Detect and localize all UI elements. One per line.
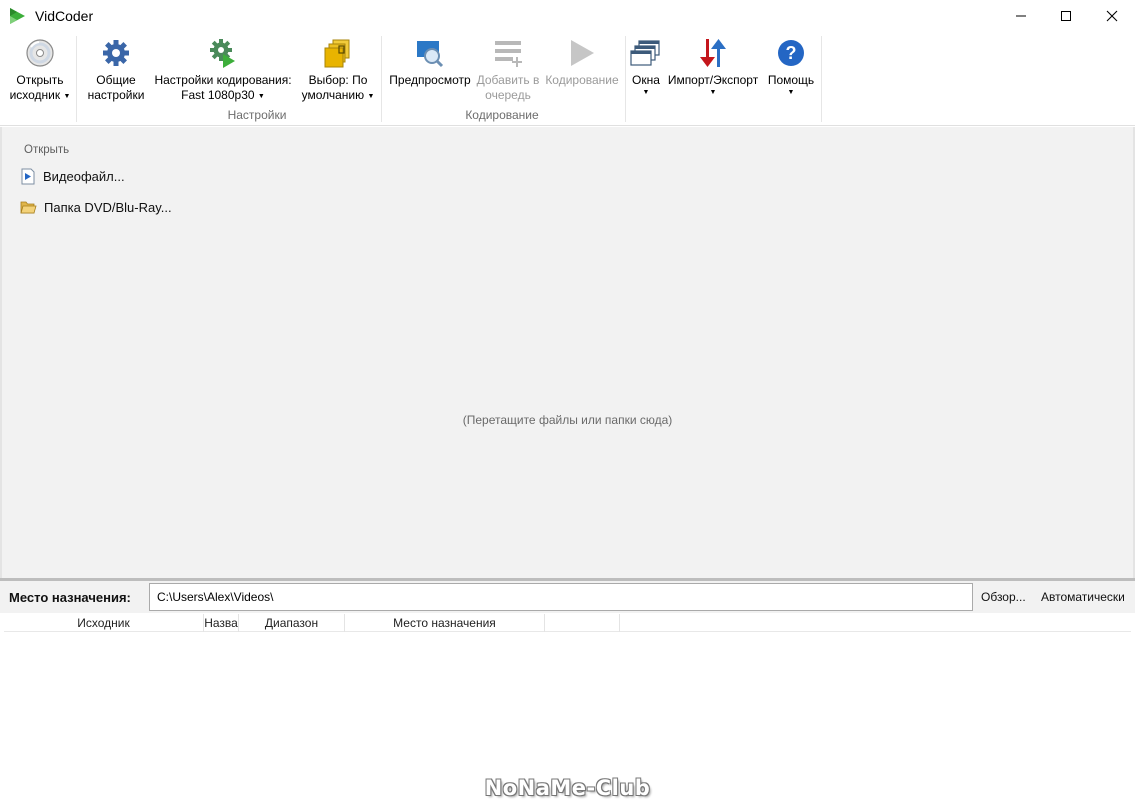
open-source-label-2: исходник: [9, 88, 61, 102]
auto-destination-button[interactable]: Автоматически: [1041, 590, 1125, 604]
general-settings-label-1: Общие: [96, 73, 136, 87]
watermark-logo: NoNaMe-Club: [484, 776, 651, 800]
minimize-button[interactable]: [998, 0, 1044, 32]
open-source-button[interactable]: Открыть исходник ▼: [8, 34, 72, 104]
close-icon: [1106, 10, 1118, 22]
destination-path-input[interactable]: [149, 583, 973, 611]
encoding-settings-button[interactable]: Настройки кодирования: Fast 1080p30 ▼: [150, 34, 296, 104]
add-to-queue-label-1: Добавить в: [476, 73, 540, 87]
import-export-button[interactable]: Импорт/Экспорт ▼: [664, 34, 762, 98]
default-picker-label-1: Выбор: По: [308, 73, 368, 87]
add-to-queue-button[interactable]: Добавить в очередь: [474, 34, 542, 103]
gear-play-icon: [210, 39, 235, 68]
chevron-down-icon: ▼: [709, 89, 717, 96]
group-label-encoding: Кодирование: [465, 108, 539, 122]
chevron-down-icon: ▼: [642, 89, 650, 96]
import-export-label: Импорт/Экспорт: [667, 73, 759, 87]
windows-button[interactable]: Окна ▼: [628, 34, 664, 98]
svg-text:?: ?: [786, 43, 797, 63]
window-title: VidCoder: [35, 8, 94, 24]
close-button[interactable]: [1089, 0, 1135, 32]
open-folder-icon: [20, 201, 37, 214]
ribbon-separator: [625, 36, 626, 122]
help-button[interactable]: ? Помощь ▼: [762, 34, 820, 98]
chevron-down-icon: ▼: [257, 93, 265, 100]
ribbon-separator: [821, 36, 822, 122]
destination-bar: Место назначения: Обзор... Автоматически: [0, 581, 1135, 613]
encoding-settings-label-1: Настройки кодирования:: [154, 73, 292, 87]
queue-col-destination[interactable]: Место назначения: [345, 614, 545, 632]
default-picker-button[interactable]: Выбор: По умолчанию ▼: [298, 34, 378, 104]
help-question-icon: ?: [778, 40, 804, 66]
maximize-icon: [1061, 11, 1071, 21]
minimize-icon: [1016, 15, 1026, 17]
general-settings-label-2: настройки: [87, 88, 145, 102]
vidcoder-play-icon: [10, 8, 25, 24]
help-label: Помощь: [767, 73, 815, 87]
general-settings-button[interactable]: Общие настройки: [84, 34, 148, 103]
browse-button[interactable]: Обзор...: [981, 590, 1026, 604]
queue-col-range[interactable]: Диапазон: [239, 614, 345, 632]
destination-label: Место назначения:: [9, 590, 131, 605]
group-label-settings: Настройки: [227, 108, 287, 122]
encoding-settings-label-2: Fast 1080p30: [181, 88, 255, 102]
queue-add-icon: [495, 41, 522, 67]
folder-stack-icon: [324, 39, 350, 68]
ribbon-separator: [76, 36, 77, 122]
disc-icon: [26, 39, 54, 67]
chevron-down-icon: ▼: [787, 89, 795, 96]
ribbon-toolbar: Открыть исходник ▼ Общие настройки Настр…: [0, 32, 1135, 126]
chevron-down-icon: ▼: [367, 93, 375, 100]
encode-button[interactable]: Кодирование: [542, 34, 622, 88]
windows-stack-icon: [630, 40, 660, 66]
open-video-file-label: Видеофайл...: [43, 169, 125, 184]
preview-magnifier-icon: [417, 41, 444, 68]
gear-icon: [103, 40, 129, 66]
maximize-button[interactable]: [1043, 0, 1089, 32]
preview-label: Предпросмотр: [389, 73, 471, 87]
title-bar: VidCoder: [0, 0, 1135, 32]
play-icon: [571, 40, 594, 66]
queue-col-title[interactable]: Назва: [204, 614, 239, 632]
preview-button[interactable]: Предпросмотр: [386, 34, 474, 88]
queue-header-row: Исходник Назва Диапазон Место назначения: [4, 614, 1131, 632]
open-disc-folder-label: Папка DVD/Blu-Ray...: [44, 200, 172, 215]
default-picker-label-2: умолчанию: [301, 88, 365, 102]
drop-hint-text: (Перетащите файлы или папки сюда): [462, 413, 673, 427]
open-section-header: Открыть: [24, 144, 70, 156]
open-source-label-1: Открыть: [16, 73, 64, 87]
video-file-icon: [21, 168, 35, 185]
encode-label: Кодирование: [545, 73, 619, 87]
add-to-queue-label-2: очередь: [485, 88, 531, 102]
windows-label: Окна: [632, 73, 660, 87]
import-export-arrows-icon: [700, 39, 726, 67]
open-video-file-link[interactable]: Видеофайл...: [20, 168, 125, 185]
open-disc-folder-link[interactable]: Папка DVD/Blu-Ray...: [20, 200, 172, 215]
queue-col-source[interactable]: Исходник: [4, 614, 204, 632]
source-drop-area[interactable]: Открыть Видеофайл... Папка DVD/Blu-Ray..…: [0, 127, 1135, 578]
chevron-down-icon: ▼: [63, 93, 71, 100]
queue-col-progress[interactable]: [545, 614, 620, 632]
